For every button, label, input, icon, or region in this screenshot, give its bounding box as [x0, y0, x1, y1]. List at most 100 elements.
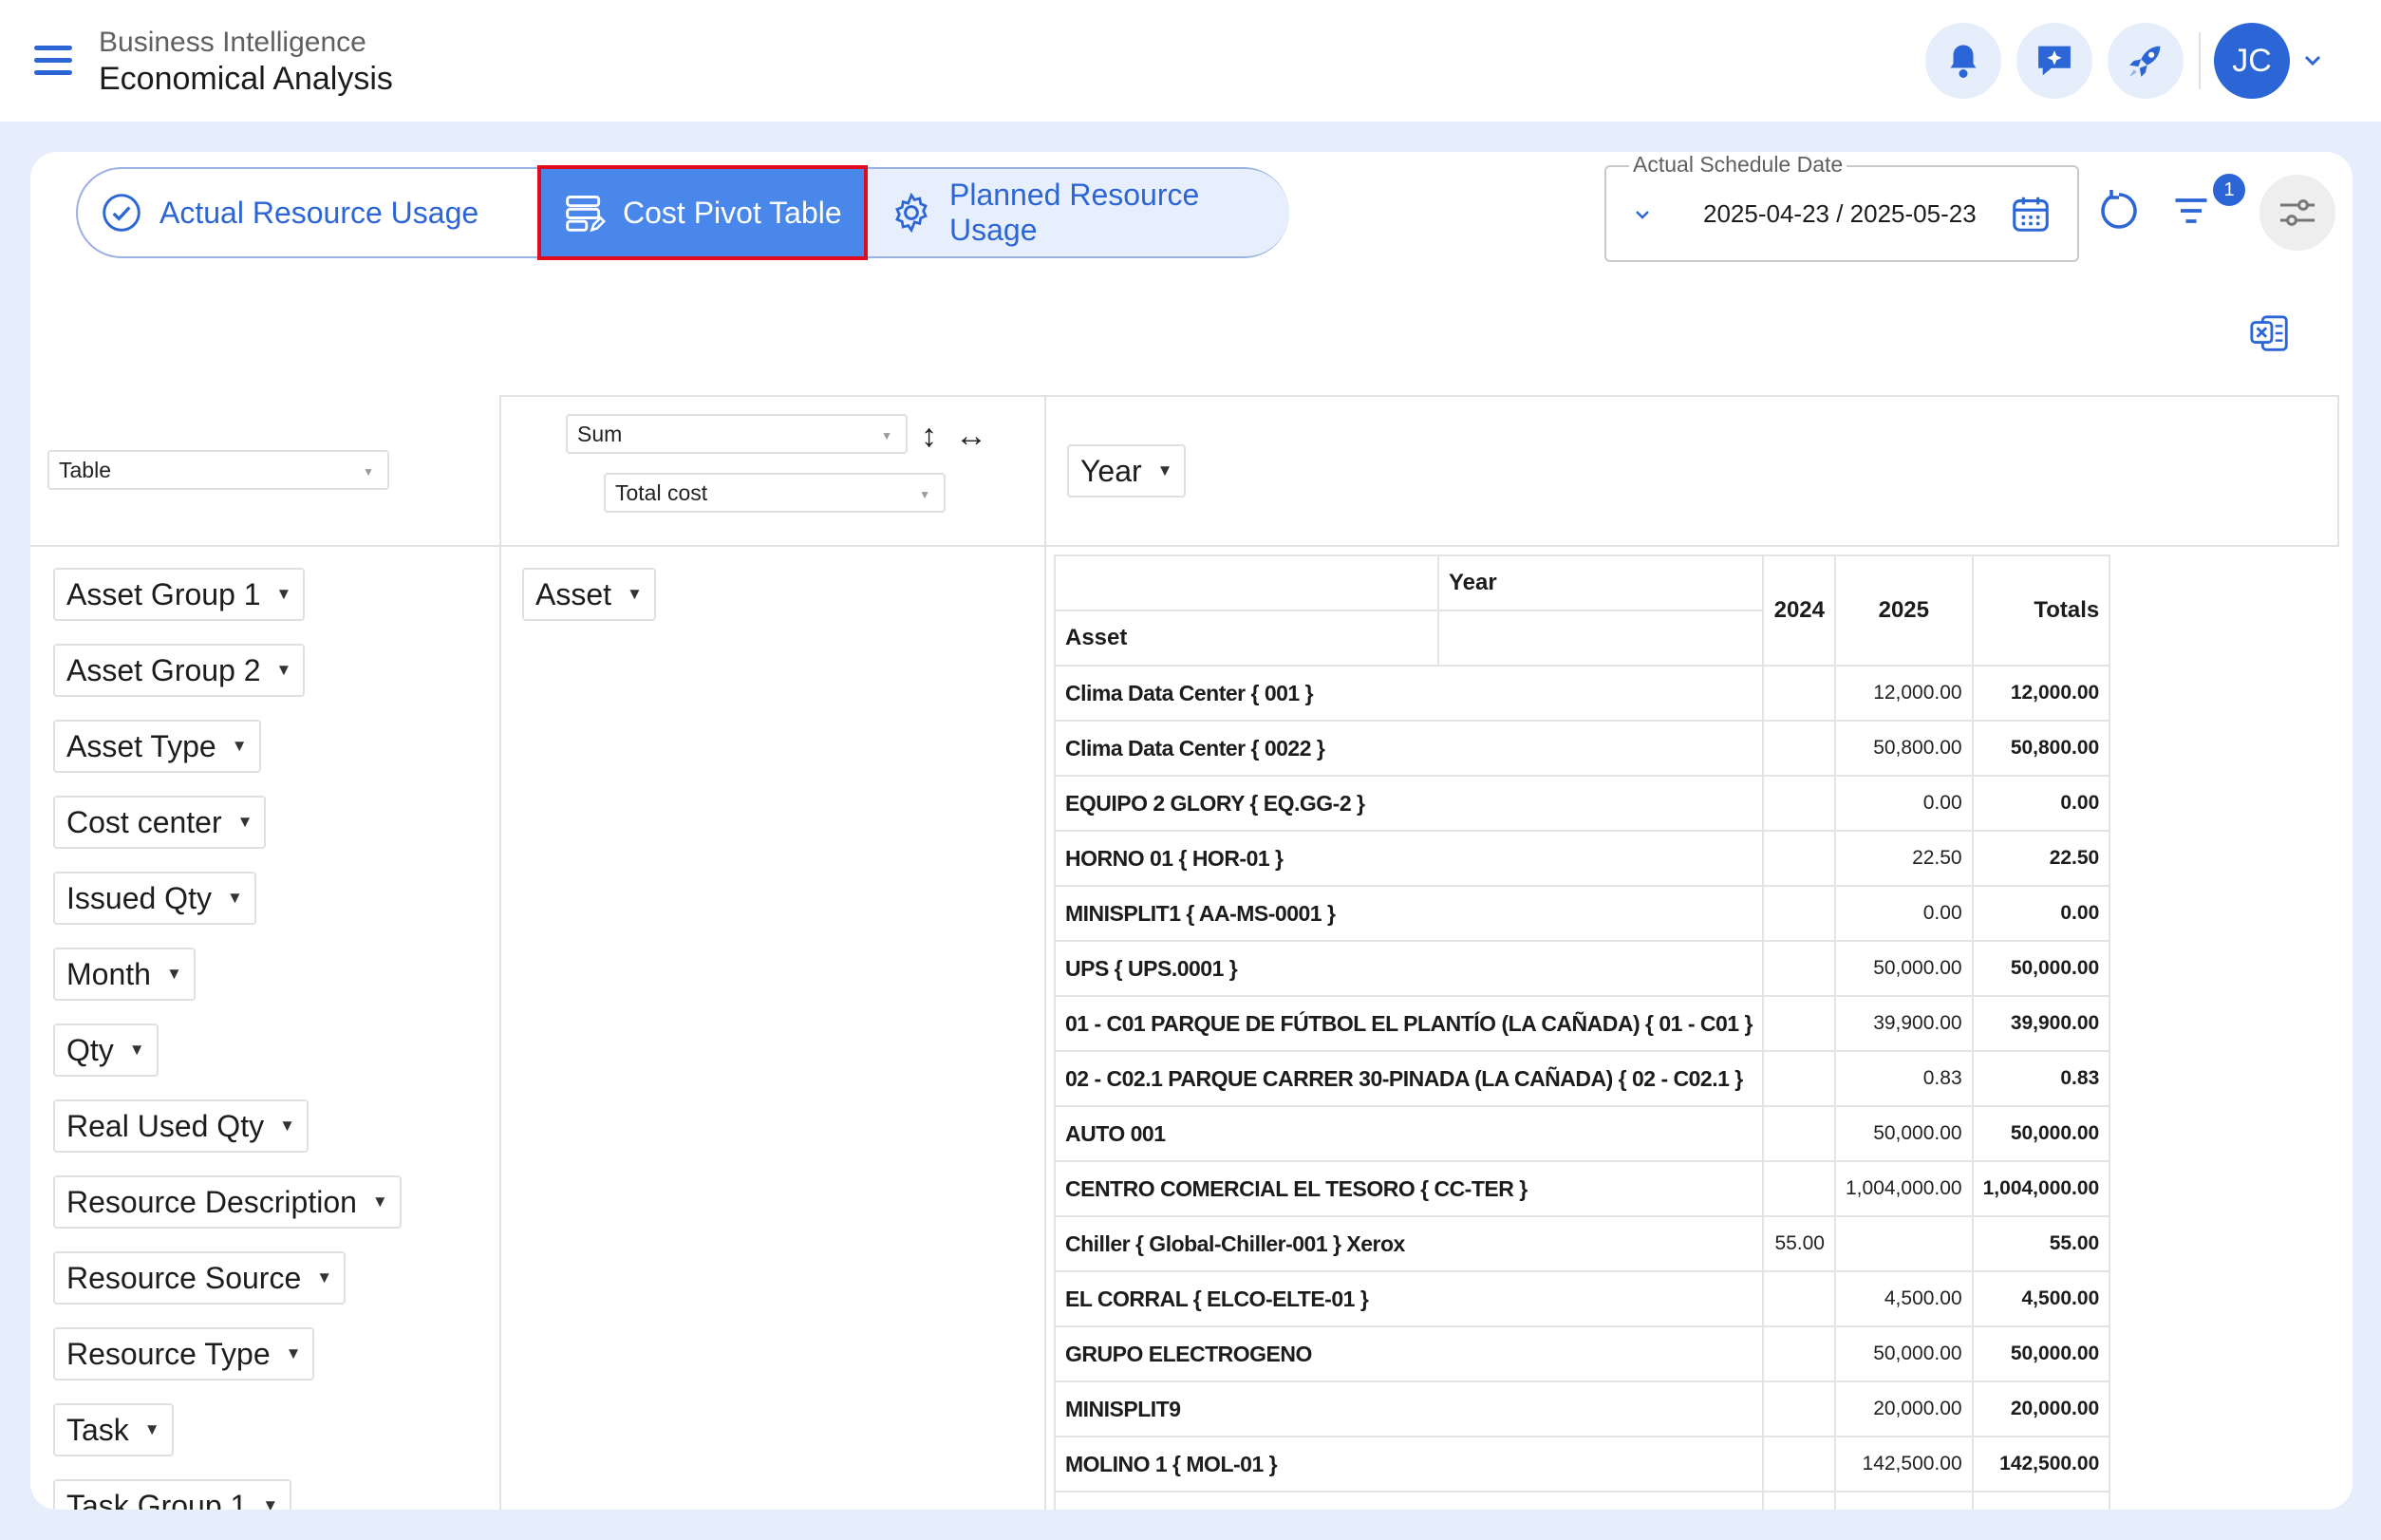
header-divider: [2199, 32, 2201, 89]
tab-label: Actual Resource Usage: [159, 195, 479, 230]
row-label: Clima Data Center { 0022 }: [1054, 720, 1764, 777]
cell-total: 50,000.00: [1971, 940, 2111, 997]
cell-total: 1,004,000.00: [1971, 1160, 2111, 1217]
caret-down-icon: ▼: [627, 585, 643, 603]
tab-label: Cost Pivot Table: [623, 195, 842, 230]
cell-2025: 50,800.00: [1834, 720, 1974, 777]
caret-down-icon: ▼: [279, 1117, 295, 1135]
field-chip[interactable]: Resource Description ▼: [53, 1175, 402, 1229]
table-row: EQUIPO 2 GLORY { EQ.GG-2 } 0.00 0.00: [1054, 775, 2111, 832]
chip-label: Task: [66, 1412, 129, 1447]
chevron-down-icon[interactable]: [1631, 203, 1654, 226]
table-row: Clima Data Center { 001 } 12,000.00 12,000…: [1054, 665, 2111, 722]
chip-label: Resource Description: [66, 1184, 357, 1219]
filter-icon[interactable]: [2170, 190, 2212, 232]
cell-2024: [1762, 885, 1836, 942]
chip-label: Task Group 1: [66, 1488, 248, 1511]
renderer-select[interactable]: Table ▼: [47, 450, 389, 490]
chip-label: Month: [66, 956, 151, 991]
chip-label: Year: [1080, 453, 1142, 488]
tab-actual-resource-usage[interactable]: Actual Resource Usage: [101, 169, 478, 256]
app-subtitle: Business Intelligence: [99, 27, 366, 58]
notifications-button[interactable]: [1925, 23, 2001, 99]
field-chip[interactable]: Issued Qty ▼: [53, 872, 256, 925]
row-label: EL CORRAL { ELCO-ELTE-01 }: [1054, 1270, 1764, 1327]
cell-2024: [1762, 1436, 1836, 1493]
caret-down-icon: ▼: [165, 965, 182, 983]
pivot-settings-button[interactable]: [2259, 175, 2335, 251]
aggregator-value: Sum: [577, 421, 623, 446]
assistant-chat-button[interactable]: [2016, 23, 2092, 99]
field-chip[interactable]: Asset Group 2 ▼: [53, 644, 306, 697]
cell-2025: 142,500.00: [1834, 1436, 1974, 1493]
whats-new-button[interactable]: [2108, 23, 2184, 99]
date-range-value: 2025-04-23 / 2025-05-23: [1703, 199, 1977, 228]
calendar-icon[interactable]: [2009, 192, 2053, 235]
field-chip[interactable]: Resource Source ▼: [53, 1251, 347, 1305]
table-row: MINISPLIT1 { AA-MS-0001 } 0.00 0.00: [1054, 885, 2111, 942]
cell-2025: [1834, 1215, 1974, 1272]
menu-icon[interactable]: [34, 46, 72, 76]
table-row: 01 - C01 PARQUE DE FÚTBOL EL PLANTÍO (LA…: [1054, 995, 2111, 1052]
table-row: Chiller { Global-Chiller-001 } Xerox 55.0…: [1054, 1215, 2111, 1272]
field-chip[interactable]: Resource Type ▼: [53, 1327, 315, 1380]
aggregator-select[interactable]: Sum ▼: [566, 414, 908, 454]
row-label: MOLINO 1 { MOL-01 }: [1054, 1436, 1764, 1493]
chip-label: Issued Qty: [66, 880, 212, 915]
row-field-chip[interactable]: Asset ▼: [522, 568, 656, 621]
field-chip[interactable]: Task ▼: [53, 1403, 174, 1456]
field-chip[interactable]: Cost center ▼: [53, 796, 267, 849]
cell-total: 50,000.00: [1971, 1325, 2111, 1382]
table-row: EL CORRAL { ELCO-ELTE-01 } 4,500.00 4,500.…: [1054, 1270, 2111, 1327]
chat-sparkle-icon: [2038, 46, 2071, 76]
field-chip[interactable]: Qty ▼: [53, 1024, 159, 1077]
field-chip[interactable]: Asset Group 1 ▼: [53, 568, 306, 621]
cell-2024: [1762, 1325, 1836, 1382]
cell-2024: [1762, 1491, 1836, 1510]
cell-2024: [1762, 1160, 1836, 1217]
pivot-table: Year 2024 2025 Totals Asset Clima Data C…: [1054, 554, 2111, 1510]
cell-2024: [1762, 1380, 1836, 1437]
row-order-toggle-icon[interactable]: ↕: [921, 418, 937, 455]
cell-total: 50,800.00: [1971, 720, 2111, 777]
caret-down-icon: ▼: [316, 1268, 333, 1286]
aggregator-field-select[interactable]: Total cost ▼: [604, 473, 946, 513]
row-label: HORNO 01 { HOR-01 }: [1054, 830, 1764, 887]
cell-2024: [1762, 830, 1836, 887]
avatar[interactable]: JC: [2214, 23, 2290, 99]
refresh-icon[interactable]: [2096, 188, 2142, 234]
field-chip[interactable]: Task Group 1 ▼: [53, 1479, 292, 1511]
table-row: CENTRO COMERCIAL EL TESORO { CC-TER } 1,0…: [1054, 1160, 2111, 1217]
caret-down-icon: ▼: [363, 465, 374, 479]
aggregator-field-value: Total cost: [615, 479, 708, 505]
caret-down-icon: ▼: [262, 1496, 279, 1510]
pivot-corner: [1437, 610, 1764, 667]
cell-2024: [1762, 940, 1836, 997]
cell-2025: 0.00: [1834, 775, 1974, 832]
row-label: Chiller { Global-Chiller-001 } Xerox: [1054, 1215, 1764, 1272]
caret-down-icon: ▼: [919, 488, 930, 501]
table-row: AUTO 001 50,000.00 50,000.00: [1054, 1105, 2111, 1162]
tab-planned-resource-usage[interactable]: Planned Resource Usage: [868, 169, 1289, 256]
field-chip[interactable]: Asset Type ▼: [53, 720, 261, 773]
cell-total: 0.00: [1971, 775, 2111, 832]
chevron-down-icon[interactable]: [2301, 49, 2324, 72]
field-chip[interactable]: Real Used Qty ▼: [53, 1099, 309, 1153]
table-row: 02 - C02.1 PARQUE CARRER 30-PINADA (LA C…: [1054, 1050, 2111, 1107]
col-header: Totals: [1971, 554, 2111, 667]
tab-cost-pivot-table[interactable]: Cost Pivot Table: [537, 165, 868, 260]
table-row: MONTADORA - FA 0.000.00: [1054, 1491, 2111, 1510]
cell-total: 0.00: [1971, 1491, 2111, 1510]
cell-total: 12,000.00: [1971, 665, 2111, 722]
cell-2024: [1762, 720, 1836, 777]
cell-2025: 1,004,000.00: [1834, 1160, 1974, 1217]
row-label: 01 - C01 PARQUE DE FÚTBOL EL PLANTÍO (LA…: [1054, 995, 1764, 1052]
column-field-chip[interactable]: Year ▼: [1067, 444, 1187, 498]
export-excel-icon[interactable]: [2248, 311, 2292, 355]
caret-down-icon: ▼: [285, 1344, 302, 1362]
row-attr-label: Asset: [1054, 610, 1439, 667]
col-order-toggle-icon[interactable]: ↔: [955, 418, 987, 455]
actual-schedule-date-field[interactable]: Actual Schedule Date 2025-04-23 / 2025-0…: [1604, 152, 2079, 262]
field-chip[interactable]: Month ▼: [53, 948, 196, 1001]
cell-total: 0.00: [1971, 885, 2111, 942]
